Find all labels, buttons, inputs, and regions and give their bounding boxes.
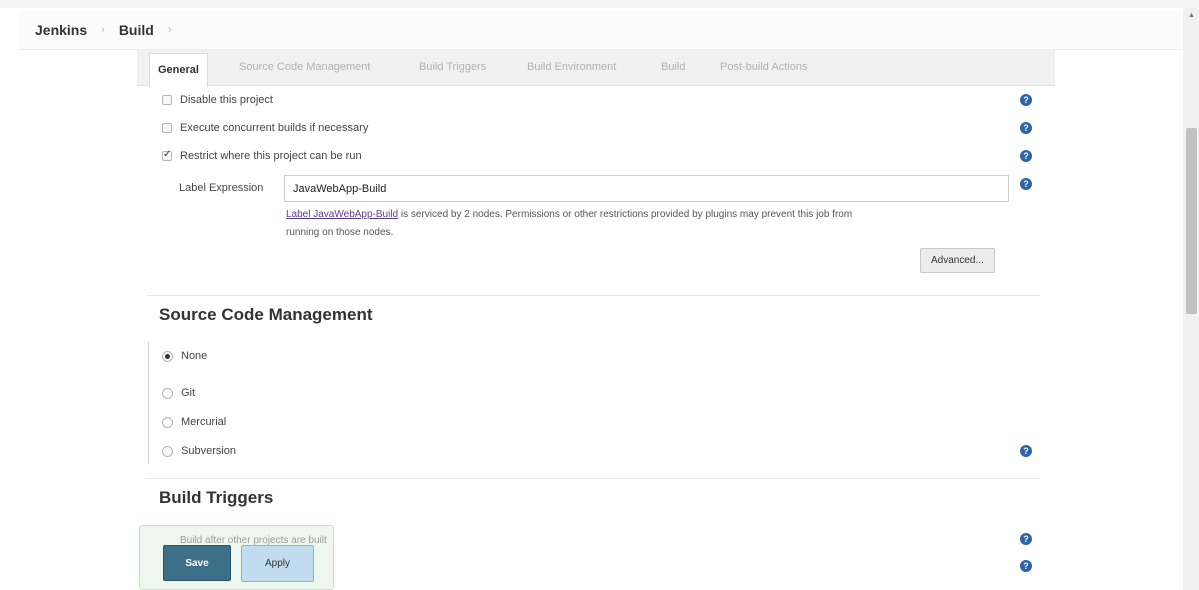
- breadcrumb: Jenkins › Build ›: [19, 10, 1183, 50]
- label-expression-label: Label Expression: [179, 182, 264, 194]
- apply-button[interactable]: Apply: [241, 545, 314, 582]
- scm-option-label: None: [181, 350, 208, 362]
- disable-project-label: Disable this project: [180, 94, 273, 106]
- advanced-button[interactable]: Advanced...: [920, 248, 995, 273]
- tab-build-environment[interactable]: Build Environment: [527, 61, 616, 73]
- breadcrumb-separator-icon: ›: [101, 23, 105, 36]
- tab-build-triggers[interactable]: Build Triggers: [419, 61, 486, 73]
- save-button[interactable]: Save: [163, 545, 231, 581]
- restrict-where-option[interactable]: Restrict where this project can be run: [162, 149, 362, 162]
- scm-option-none[interactable]: None: [162, 350, 207, 362]
- concurrent-builds-label: Execute concurrent builds if necessary: [180, 122, 369, 134]
- job-config-panel: General Source Code Management Build Tri…: [137, 50, 1055, 590]
- breadcrumb-item-build[interactable]: Build: [119, 22, 154, 38]
- breadcrumb-dropdown-icon[interactable]: ›: [168, 24, 172, 36]
- label-link[interactable]: Label JavaWebApp-Build: [286, 209, 398, 220]
- restrict-where-checkbox[interactable]: [162, 149, 172, 161]
- help-icon[interactable]: ?: [1020, 150, 1032, 162]
- scm-radio-subversion[interactable]: [162, 445, 173, 457]
- scm-option-label: Subversion: [181, 445, 237, 457]
- label-expression-note: Label JavaWebApp-Build is serviced by 2 …: [286, 206, 1006, 242]
- tab-source-code-management[interactable]: Source Code Management: [239, 61, 370, 73]
- disable-project-option[interactable]: Disable this project: [162, 94, 273, 106]
- help-icon[interactable]: ?: [1020, 560, 1032, 572]
- scm-option-label: Mercurial: [181, 416, 227, 428]
- breadcrumb-item-jenkins[interactable]: Jenkins: [35, 22, 87, 38]
- disable-project-checkbox[interactable]: [162, 95, 172, 105]
- scroll-up-arrow-icon[interactable]: ▲: [1188, 12, 1195, 19]
- scm-option-subversion[interactable]: Subversion: [162, 445, 236, 457]
- concurrent-builds-option[interactable]: Execute concurrent builds if necessary: [162, 122, 368, 134]
- scm-option-label: Git: [181, 387, 196, 399]
- scrollbar-thumb[interactable]: [1186, 128, 1197, 314]
- scm-options-bracket: [148, 342, 149, 464]
- section-divider: [147, 295, 1040, 296]
- tab-general[interactable]: General: [149, 53, 208, 87]
- help-icon[interactable]: ?: [1020, 533, 1032, 545]
- help-icon[interactable]: ?: [1020, 445, 1032, 457]
- scm-section-title: Source Code Management: [159, 305, 373, 324]
- help-icon[interactable]: ?: [1020, 122, 1032, 134]
- scm-radio-mercurial[interactable]: [162, 416, 173, 428]
- label-note-text: is serviced by 2 nodes. Permissions or o…: [398, 209, 853, 220]
- tab-build[interactable]: Build: [661, 61, 685, 73]
- build-triggers-section-title: Build Triggers: [159, 488, 274, 507]
- concurrent-builds-checkbox[interactable]: [162, 123, 172, 133]
- tab-post-build-actions[interactable]: Post-build Actions: [720, 61, 807, 73]
- scm-radio-none[interactable]: [162, 350, 173, 362]
- window-top-edge: [0, 0, 1199, 8]
- help-icon[interactable]: ?: [1020, 178, 1032, 190]
- label-note-text-line2: running on those nodes.: [286, 227, 394, 238]
- scm-option-mercurial[interactable]: Mercurial: [162, 416, 226, 428]
- section-divider: [147, 478, 1040, 479]
- config-tabstrip: General Source Code Management Build Tri…: [137, 50, 1055, 87]
- scm-radio-git[interactable]: [162, 387, 173, 399]
- scm-option-git[interactable]: Git: [162, 387, 195, 399]
- restrict-where-label: Restrict where this project can be run: [180, 150, 362, 162]
- help-icon[interactable]: ?: [1020, 94, 1032, 106]
- label-expression-input[interactable]: [284, 175, 1009, 202]
